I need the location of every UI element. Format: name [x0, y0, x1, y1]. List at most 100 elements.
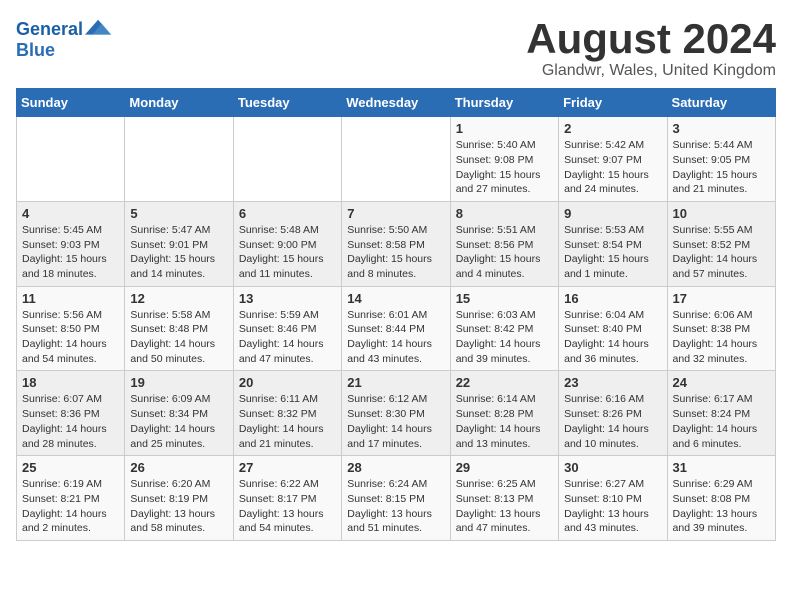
day-info: Sunrise: 5:47 AMSunset: 9:01 PMDaylight:… [130, 223, 227, 282]
weekday-header-saturday: Saturday [667, 89, 775, 117]
calendar-cell-w4d2: 27Sunrise: 6:22 AMSunset: 8:17 PMDayligh… [233, 456, 341, 541]
weekday-header-wednesday: Wednesday [342, 89, 450, 117]
day-info: Sunrise: 6:17 AMSunset: 8:24 PMDaylight:… [673, 392, 770, 451]
day-number: 31 [673, 460, 770, 475]
day-info: Sunrise: 5:48 AMSunset: 9:00 PMDaylight:… [239, 223, 336, 282]
day-number: 8 [456, 206, 553, 221]
day-number: 11 [22, 291, 119, 306]
calendar-cell-w4d1: 26 Sunrise: 6:20 AMSunset: 8:19 PMDayligh… [125, 456, 233, 541]
day-number: 3 [673, 121, 770, 136]
day-info: Sunrise: 5:50 AMSunset: 8:58 PMDaylight:… [347, 223, 444, 282]
day-info: Sunrise: 6:24 AMSunset: 8:15 PMDaylight:… [347, 477, 444, 536]
day-info: Sunrise: 6:20 AMSunset: 8:19 PMDaylight:… [130, 477, 227, 536]
day-info: Sunrise: 6:27 AMSunset: 8:10 PMDaylight:… [564, 477, 661, 536]
day-number: 5 [130, 206, 227, 221]
day-info: Sunrise: 6:06 AMSunset: 8:38 PMDaylight:… [673, 308, 770, 367]
day-info: Sunrise: 6:11 AMSunset: 8:32 PMDaylight:… [239, 392, 336, 451]
day-number: 7 [347, 206, 444, 221]
calendar-cell-w3d0: 18 Sunrise: 6:07 AMSunset: 8:36 PMDayligh… [17, 371, 125, 456]
calendar-cell-w3d1: 19 Sunrise: 6:09 AMSunset: 8:34 PMDayligh… [125, 371, 233, 456]
day-info: Sunrise: 5:53 AMSunset: 8:54 PMDaylight:… [564, 223, 661, 282]
day-number: 12 [130, 291, 227, 306]
day-number: 4 [22, 206, 119, 221]
day-info: Sunrise: 6:14 AMSunset: 8:28 PMDaylight:… [456, 392, 553, 451]
day-number: 9 [564, 206, 661, 221]
calendar-cell-w4d5: 30 Sunrise: 6:27 AMSunset: 8:10 PMDayligh… [559, 456, 667, 541]
weekday-header-friday: Friday [559, 89, 667, 117]
calendar-cell-w4d3: 28 Sunrise: 6:24 AMSunset: 8:15 PMDayligh… [342, 456, 450, 541]
day-number: 2 [564, 121, 661, 136]
day-number: 28 [347, 460, 444, 475]
day-info: Sunrise: 5:40 AMSunset: 9:08 PMDaylight:… [456, 138, 553, 197]
calendar-cell-w2d6: 17 Sunrise: 6:06 AMSunset: 8:38 PMDayligh… [667, 286, 775, 371]
day-info: Sunrise: 6:09 AMSunset: 8:34 PMDaylight:… [130, 392, 227, 451]
calendar-cell-w1d5: 9 Sunrise: 5:53 AMSunset: 8:54 PMDaylight… [559, 201, 667, 286]
day-number: 23 [564, 375, 661, 390]
day-number: 15 [456, 291, 553, 306]
main-title: August 2024 [526, 16, 776, 62]
calendar-cell-w0d3 [342, 117, 450, 202]
day-number: 21 [347, 375, 444, 390]
calendar-cell-w0d0 [17, 117, 125, 202]
calendar-cell-w0d4: 1 Sunrise: 5:40 AMSunset: 9:08 PMDaylight… [450, 117, 558, 202]
day-info: Sunrise: 6:04 AMSunset: 8:40 PMDaylight:… [564, 308, 661, 367]
logo-icon [85, 16, 113, 44]
calendar-cell-w1d4: 8 Sunrise: 5:51 AMSunset: 8:56 PMDaylight… [450, 201, 558, 286]
logo-text: General [16, 20, 83, 40]
calendar-cell-w1d2: 6 Sunrise: 5:48 AMSunset: 9:00 PMDaylight… [233, 201, 341, 286]
day-info: Sunrise: 6:16 AMSunset: 8:26 PMDaylight:… [564, 392, 661, 451]
calendar-cell-w3d2: 20 Sunrise: 6:11 AMSunset: 8:32 PMDayligh… [233, 371, 341, 456]
day-info: Sunrise: 6:25 AMSunset: 8:13 PMDaylight:… [456, 477, 553, 536]
day-info: Sunrise: 5:42 AMSunset: 9:07 PMDaylight:… [564, 138, 661, 197]
day-number: 19 [130, 375, 227, 390]
weekday-header-monday: Monday [125, 89, 233, 117]
day-info: Sunrise: 5:55 AMSunset: 8:52 PMDaylight:… [673, 223, 770, 282]
day-info: Sunrise: 5:45 AMSunset: 9:03 PMDaylight:… [22, 223, 119, 282]
title-area: August 2024 Glandwr, Wales, United Kingd… [526, 16, 776, 80]
day-number: 20 [239, 375, 336, 390]
day-info: Sunrise: 6:07 AMSunset: 8:36 PMDaylight:… [22, 392, 119, 451]
day-info: Sunrise: 6:22 AMSunset: 8:17 PMDaylight:… [239, 477, 336, 536]
calendar-cell-w2d5: 16 Sunrise: 6:04 AMSunset: 8:40 PMDayligh… [559, 286, 667, 371]
day-info: Sunrise: 6:19 AMSunset: 8:21 PMDaylight:… [22, 477, 119, 536]
day-info: Sunrise: 6:29 AMSunset: 8:08 PMDaylight:… [673, 477, 770, 536]
day-number: 29 [456, 460, 553, 475]
day-info: Sunrise: 6:12 AMSunset: 8:30 PMDaylight:… [347, 392, 444, 451]
calendar-cell-w2d1: 12Sunrise: 5:58 AMSunset: 8:48 PMDayligh… [125, 286, 233, 371]
calendar-cell-w1d0: 4 Sunrise: 5:45 AMSunset: 9:03 PMDaylight… [17, 201, 125, 286]
day-info: Sunrise: 6:01 AMSunset: 8:44 PMDaylight:… [347, 308, 444, 367]
day-info: Sunrise: 5:56 AMSunset: 8:50 PMDaylight:… [22, 308, 119, 367]
day-number: 6 [239, 206, 336, 221]
day-number: 25 [22, 460, 119, 475]
calendar-cell-w3d4: 22Sunrise: 6:14 AMSunset: 8:28 PMDayligh… [450, 371, 558, 456]
day-number: 16 [564, 291, 661, 306]
weekday-header-sunday: Sunday [17, 89, 125, 117]
day-info: Sunrise: 5:51 AMSunset: 8:56 PMDaylight:… [456, 223, 553, 282]
calendar-cell-w4d6: 31 Sunrise: 6:29 AMSunset: 8:08 PMDayligh… [667, 456, 775, 541]
day-number: 14 [347, 291, 444, 306]
day-number: 10 [673, 206, 770, 221]
day-number: 26 [130, 460, 227, 475]
day-number: 18 [22, 375, 119, 390]
day-number: 24 [673, 375, 770, 390]
calendar-cell-w2d4: 15Sunrise: 6:03 AMSunset: 8:42 PMDayligh… [450, 286, 558, 371]
calendar-cell-w4d4: 29 Sunrise: 6:25 AMSunset: 8:13 PMDayligh… [450, 456, 558, 541]
day-info: Sunrise: 5:44 AMSunset: 9:05 PMDaylight:… [673, 138, 770, 197]
weekday-header-thursday: Thursday [450, 89, 558, 117]
logo: General Blue [16, 16, 113, 61]
day-number: 13 [239, 291, 336, 306]
calendar-cell-w1d6: 10 Sunrise: 5:55 AMSunset: 8:52 PMDayligh… [667, 201, 775, 286]
calendar-cell-w1d3: 7 Sunrise: 5:50 AMSunset: 8:58 PMDaylight… [342, 201, 450, 286]
header: General Blue August 2024 Glandwr, Wales,… [16, 16, 776, 80]
calendar-cell-w3d5: 23 Sunrise: 6:16 AMSunset: 8:26 PMDayligh… [559, 371, 667, 456]
calendar-cell-w0d6: 3 Sunrise: 5:44 AMSunset: 9:05 PMDaylight… [667, 117, 775, 202]
calendar-cell-w3d6: 24 Sunrise: 6:17 AMSunset: 8:24 PMDayligh… [667, 371, 775, 456]
calendar-cell-w4d0: 25 Sunrise: 6:19 AMSunset: 8:21 PMDayligh… [17, 456, 125, 541]
day-number: 1 [456, 121, 553, 136]
calendar: SundayMondayTuesdayWednesdayThursdayFrid… [16, 88, 776, 541]
calendar-cell-w2d3: 14 Sunrise: 6:01 AMSunset: 8:44 PMDayligh… [342, 286, 450, 371]
subtitle: Glandwr, Wales, United Kingdom [526, 62, 776, 80]
weekday-header-tuesday: Tuesday [233, 89, 341, 117]
day-number: 30 [564, 460, 661, 475]
day-number: 17 [673, 291, 770, 306]
